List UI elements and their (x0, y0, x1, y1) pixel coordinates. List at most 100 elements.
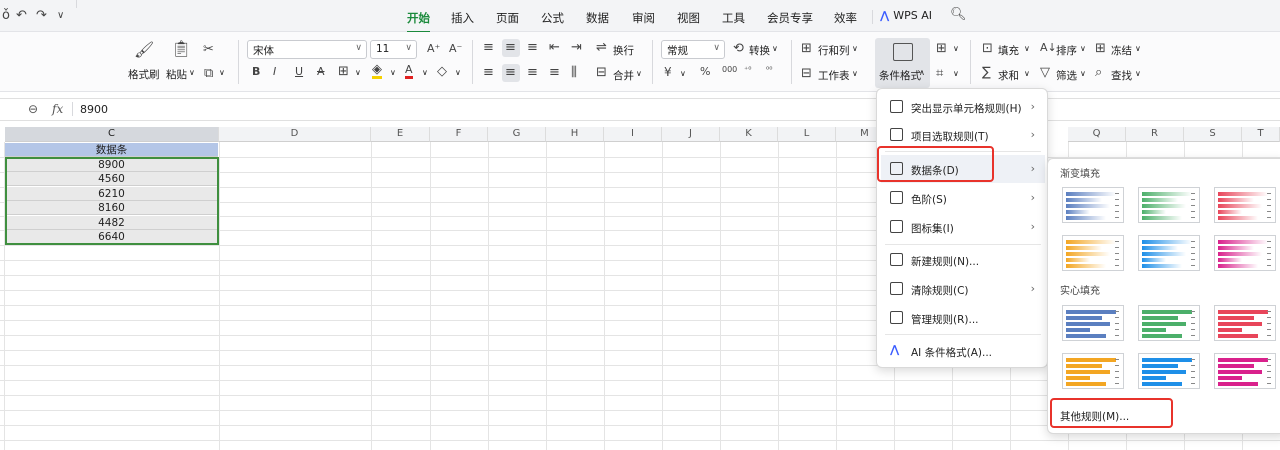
solid-data-bar-preset[interactable] (1062, 353, 1124, 389)
sum-dropdown-icon[interactable]: ∨ (1024, 69, 1030, 78)
freeze-icon[interactable]: ⊞ (1095, 41, 1106, 56)
number-format-select[interactable]: 常规 ∨ (661, 40, 725, 59)
row-col-label[interactable]: 行和列 (818, 43, 850, 58)
sum-icon[interactable]: ∑ (982, 65, 991, 80)
gradient-data-bar-preset[interactable] (1214, 187, 1276, 223)
column-header-r[interactable]: R (1126, 127, 1184, 142)
border-dropdown-icon[interactable]: ∨ (355, 68, 361, 77)
align-bottom-icon[interactable]: ≡ (527, 40, 538, 55)
worksheet-label[interactable]: 工作表 (818, 68, 850, 83)
column-header-f[interactable]: F (430, 127, 488, 142)
menu-item-new-rule[interactable]: 新建规则(N)... (881, 246, 1045, 274)
sum-label[interactable]: 求和 (998, 68, 1019, 83)
column-header-t[interactable]: T (1242, 127, 1280, 142)
menu-item-top-bottom-rules[interactable]: 项目选取规则(T) › (881, 121, 1045, 149)
redo-icon[interactable]: ↷ (36, 8, 47, 23)
font-color-icon[interactable]: A (405, 63, 413, 79)
tab-view[interactable]: 视图 (677, 10, 700, 26)
menu-item-ai-conditional-format[interactable]: ⋀ AI 条件格式(A)... (881, 337, 1045, 365)
formula-input[interactable]: 8900 (80, 103, 108, 116)
sort-icon[interactable]: A↓ (1040, 41, 1057, 54)
tab-data[interactable]: 数据 (586, 10, 609, 26)
cut-icon[interactable]: ✂ (203, 42, 214, 57)
format-painter-icon[interactable]: 🖌︎ (134, 40, 154, 59)
tab-member[interactable]: 会员专享 (767, 10, 813, 26)
sort-dropdown-icon[interactable]: ∨ (1080, 44, 1086, 53)
freeze-label[interactable]: 冻结 (1111, 43, 1132, 58)
row-col-dropdown-icon[interactable]: ∨ (852, 44, 858, 53)
thousands-icon[interactable]: 000 (722, 65, 737, 74)
column-header-q[interactable]: Q (1068, 127, 1126, 142)
convert-dropdown-icon[interactable]: ∨ (772, 44, 778, 53)
merge-label[interactable]: 合并 (613, 68, 634, 83)
solid-data-bar-preset[interactable] (1214, 305, 1276, 341)
gradient-data-bar-preset[interactable] (1062, 235, 1124, 271)
paste-dropdown-icon[interactable]: ∨ (189, 68, 195, 77)
copy-icon[interactable]: ⧉ (204, 66, 213, 81)
border-icon[interactable]: ⊞ (338, 64, 349, 79)
column-header-i[interactable]: I (604, 127, 662, 142)
tab-efficiency[interactable]: 效率 (834, 10, 857, 26)
fill-dropdown-icon[interactable]: ∨ (1024, 44, 1030, 53)
column-header-s[interactable]: S (1184, 127, 1242, 142)
tab-review[interactable]: 审阅 (632, 10, 655, 26)
column-header-d[interactable]: D (219, 127, 371, 142)
freeze-dropdown-icon[interactable]: ∨ (1135, 44, 1141, 53)
font-name-select[interactable]: 宋体 ∨ (247, 40, 367, 59)
gradient-data-bar-preset[interactable] (1138, 235, 1200, 271)
wrap-label[interactable]: 换行 (613, 43, 634, 58)
cell-style-dropdown-icon[interactable]: ∨ (953, 44, 959, 53)
format-painter-label[interactable]: 格式刷 (128, 67, 160, 82)
convert-label[interactable]: 转换 (749, 43, 770, 58)
tab-insert[interactable]: 插入 (451, 10, 474, 26)
undo-icon[interactable]: ↶ (16, 8, 27, 23)
sort-label[interactable]: 排序 (1056, 43, 1077, 58)
decrease-font-icon[interactable]: A⁻ (449, 42, 462, 55)
gradient-data-bar-preset[interactable] (1062, 187, 1124, 223)
gradient-data-bar-preset[interactable] (1214, 235, 1276, 271)
menu-item-manage-rules[interactable]: 管理规则(R)... (881, 304, 1045, 332)
font-size-select[interactable]: 11 ∨ (370, 40, 417, 59)
filter-label[interactable]: 筛选 (1056, 68, 1077, 83)
column-header-k[interactable]: K (720, 127, 778, 142)
align-left-icon[interactable]: ≡ (483, 65, 494, 80)
decrease-decimal-icon[interactable]: ⁰⁰ (766, 65, 772, 74)
solid-data-bar-preset[interactable] (1062, 305, 1124, 341)
menu-item-color-scales[interactable]: 色阶(S) › (881, 184, 1045, 212)
column-header-e[interactable]: E (371, 127, 430, 142)
column-header-c[interactable]: C (5, 127, 219, 142)
tab-formula[interactable]: 公式 (541, 10, 564, 26)
font-color-dropdown-icon[interactable]: ∨ (422, 68, 428, 77)
wps-ai-button[interactable]: ⋀ WPS AI (880, 9, 932, 22)
paste-label[interactable]: 粘贴 (166, 67, 187, 82)
increase-decimal-icon[interactable]: ⁺⁰ (744, 65, 751, 74)
fill-color-icon[interactable]: ◈ (372, 63, 382, 79)
merge-dropdown-icon[interactable]: ∨ (636, 69, 642, 78)
fill-icon[interactable]: ⊡ (982, 41, 993, 56)
fx-icon[interactable]: fx (52, 102, 63, 116)
worksheet-dropdown-icon[interactable]: ∨ (852, 69, 858, 78)
gradient-data-bar-preset[interactable] (1138, 187, 1200, 223)
tab-page[interactable]: 页面 (496, 10, 519, 26)
justify-icon[interactable]: ≡ (549, 65, 560, 80)
fill-label[interactable]: 填充 (998, 43, 1019, 58)
column-header-l[interactable]: L (778, 127, 836, 142)
solid-data-bar-preset[interactable] (1138, 305, 1200, 341)
increase-font-icon[interactable]: A⁺ (427, 42, 440, 55)
filter-dropdown-icon[interactable]: ∨ (1080, 69, 1086, 78)
worksheet-icon[interactable]: ⊟ (801, 66, 812, 81)
convert-icon[interactable]: ⟲ (733, 41, 744, 56)
find-label[interactable]: 查找 (1111, 68, 1132, 83)
percent-icon[interactable]: % (700, 65, 710, 78)
cell-header-data-bar[interactable]: 数据条 (5, 143, 218, 157)
tab-tools[interactable]: 工具 (722, 10, 745, 26)
table-style-icon[interactable]: ⌗ (936, 66, 943, 81)
save-icon[interactable]: ǒ (2, 8, 10, 23)
distribute-icon[interactable]: ⫼ (571, 65, 577, 80)
solid-data-bar-preset[interactable] (1138, 353, 1200, 389)
bold-icon[interactable]: B (252, 65, 260, 78)
column-header-g[interactable]: G (488, 127, 546, 142)
filter-icon[interactable]: ▽ (1040, 65, 1050, 80)
fill-color-dropdown-icon[interactable]: ∨ (390, 68, 396, 77)
menu-item-highlight-rules[interactable]: 突出显示单元格规则(H) › (881, 93, 1045, 121)
